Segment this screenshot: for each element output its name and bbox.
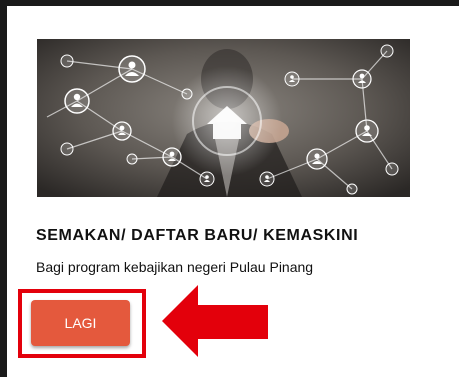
window-left-border bbox=[0, 0, 7, 377]
card-description: Bagi program kebajikan negeri Pulau Pina… bbox=[36, 259, 314, 275]
left-arrow-icon bbox=[162, 285, 268, 357]
network-people-house-icon bbox=[37, 39, 410, 197]
lagi-button[interactable]: LAGI bbox=[31, 300, 130, 346]
card-title: SEMAKAN/ DAFTAR BARU/ KEMASKINI bbox=[36, 227, 359, 244]
